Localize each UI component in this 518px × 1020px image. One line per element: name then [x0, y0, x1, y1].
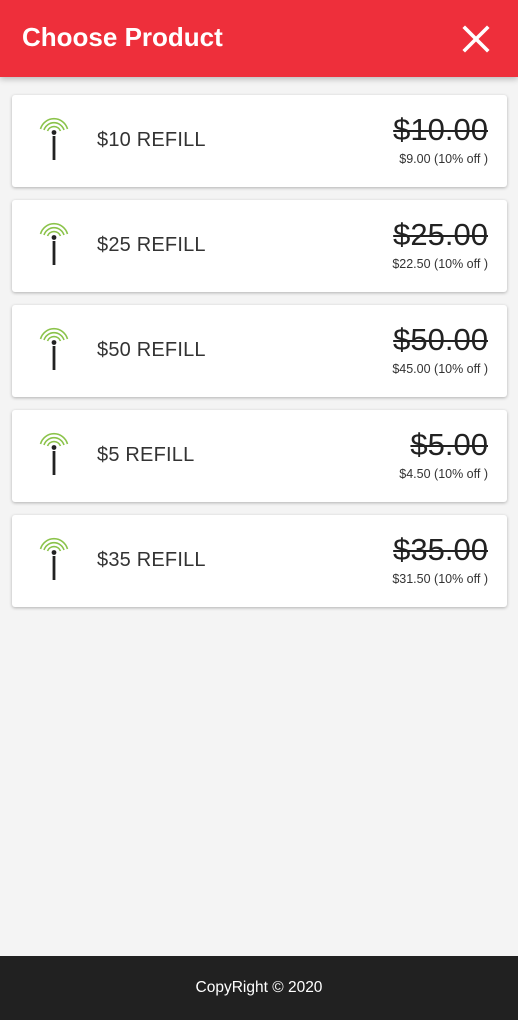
signal-tower-icon [38, 432, 70, 478]
original-price: $25.00 [393, 217, 488, 252]
signal-tower-icon [38, 222, 70, 268]
discounted-price: $9.00 [399, 152, 431, 166]
close-button[interactable] [462, 25, 490, 53]
product-name: $50 REFILL [97, 339, 206, 361]
product-name: $35 REFILL [97, 549, 206, 571]
discount-info: $4.50 (10% off ) [399, 467, 488, 481]
discount-note: (10% off ) [434, 362, 488, 376]
product-card[interactable]: $35 REFILL $35.00 $31.50 (10% off ) [12, 515, 507, 607]
product-name: $10 REFILL [97, 129, 206, 151]
product-card[interactable]: $10 REFILL $10.00 $9.00 (10% off ) [12, 95, 507, 187]
discount-note: (10% off ) [434, 467, 488, 481]
discount-note: (10% off ) [434, 152, 488, 166]
signal-tower-icon [38, 327, 70, 373]
product-name: $25 REFILL [97, 234, 206, 256]
discount-info: $31.50 (10% off ) [392, 572, 488, 586]
product-card[interactable]: $5 REFILL $5.00 $4.50 (10% off ) [12, 410, 507, 502]
original-price: $50.00 [393, 322, 488, 357]
app-header: Choose Product [0, 0, 518, 77]
footer: CopyRight © 2020 [0, 956, 518, 1020]
discount-info: $22.50 (10% off ) [392, 257, 488, 271]
discounted-price: $31.50 [392, 572, 431, 586]
discount-note: (10% off ) [434, 257, 488, 271]
original-price: $5.00 [410, 427, 488, 462]
product-name: $5 REFILL [97, 444, 195, 466]
signal-tower-icon [38, 117, 70, 163]
product-card[interactable]: $25 REFILL $25.00 $22.50 (10% off ) [12, 200, 507, 292]
page-title: Choose Product [22, 22, 223, 52]
discount-info: $45.00 (10% off ) [392, 362, 488, 376]
original-price: $10.00 [393, 112, 488, 147]
discounted-price: $4.50 [399, 467, 431, 481]
close-icon [462, 25, 490, 53]
original-price: $35.00 [393, 532, 488, 567]
product-card[interactable]: $50 REFILL $50.00 $45.00 (10% off ) [12, 305, 507, 397]
discount-info: $9.00 (10% off ) [399, 152, 488, 166]
copyright-text: CopyRight © 2020 [195, 979, 323, 996]
discounted-price: $45.00 [392, 362, 431, 376]
discount-note: (10% off ) [434, 572, 488, 586]
product-list: $10 REFILL $10.00 $9.00 (10% off ) $25 R… [12, 95, 507, 620]
discounted-price: $22.50 [392, 257, 431, 271]
signal-tower-icon [38, 537, 70, 583]
